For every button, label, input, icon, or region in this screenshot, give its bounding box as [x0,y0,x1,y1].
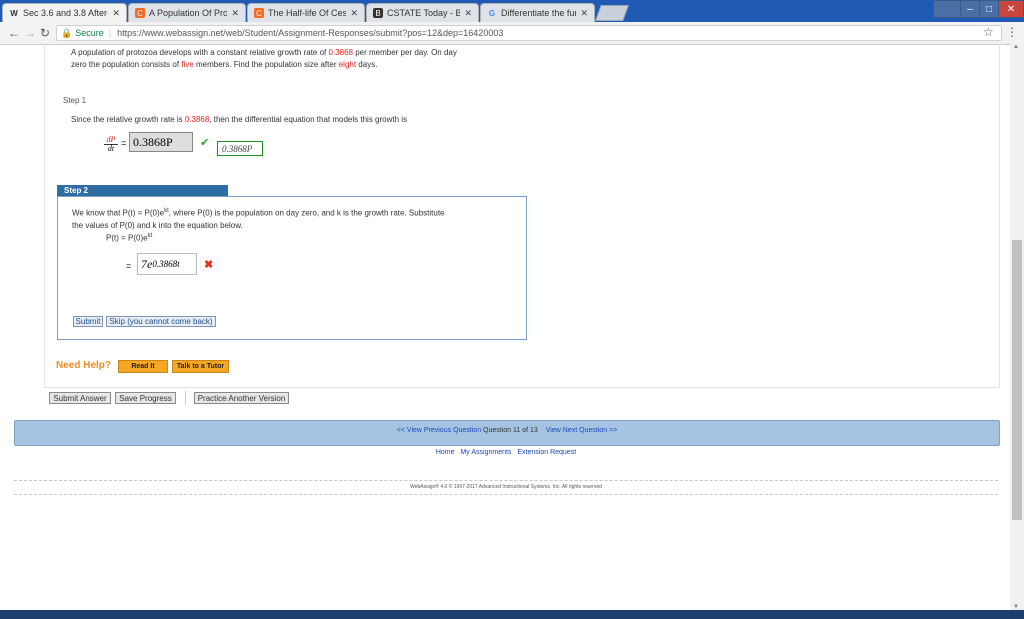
tab-google[interactable]: G Differentiate the functio ✕ [480,3,595,22]
scroll-up-icon[interactable]: ▲ [1013,44,1019,50]
os-taskbar [0,610,1024,619]
close-tab-icon[interactable]: ✕ [231,8,239,19]
blackboard-icon: B [373,8,383,18]
close-tab-icon[interactable]: ✕ [112,8,120,19]
tab-protozoa[interactable]: C A Population Of Protozo ✕ [128,3,246,22]
page-content: A population of protozoa develops with a… [0,44,1010,610]
previous-question-link[interactable]: << View Previous Question [397,427,481,434]
maximize-button[interactable]: □ [979,0,999,18]
derivative-fraction: dP dt [104,136,118,153]
footer-divider [14,494,998,495]
home-link[interactable]: Home [436,449,455,456]
lock-icon: 🔒 [61,27,73,38]
step2-formula: P(t) = P(0)ekt [106,233,153,243]
minimize-button[interactable]: – [960,0,980,18]
google-icon: G [488,8,496,18]
question-position: Question 11 of 13 [483,427,538,434]
tab-webassign[interactable]: W Sec 3.6 and 3.8 After-Ho ✕ [2,3,127,22]
close-window-button[interactable]: ✕ [998,0,1024,18]
save-progress-button[interactable]: Save Progress [115,392,176,404]
webassign-icon: W [10,8,18,18]
talk-to-tutor-button[interactable]: Talk to a Tutor [172,360,229,373]
question-nav-bar: << View Previous Question Question 11 of… [14,420,1000,446]
chegg-icon: C [135,8,145,18]
chegg-icon: C [254,8,264,18]
bookmark-star-icon[interactable]: ☆ [983,25,994,39]
scrollbar-thumb[interactable] [1012,240,1022,520]
close-tab-icon[interactable]: ✕ [580,8,588,19]
url-input[interactable]: 🔒 Secure | https://www.webassign.net/web… [56,25,1002,41]
correct-answer-box: 0.3868P [217,141,263,156]
browser-tab-strip: W Sec 3.6 and 3.8 After-Ho ✕ C A Populat… [0,0,1024,22]
submit-answer-button[interactable]: Submit Answer [49,392,111,404]
practice-another-version-button[interactable]: Practice Another Version [194,392,289,404]
incorrect-x-icon: ✖ [204,259,214,271]
step1-title: Step 1 [63,96,87,105]
divider [185,391,186,405]
extension-request-link[interactable]: Extension Request [517,449,576,456]
next-question-link[interactable]: View Next Question >> [546,427,617,434]
submit-step-button[interactable]: Submit [73,316,103,327]
question-text: A population of protozoa develops with a… [71,48,457,69]
my-assignments-link[interactable]: My Assignments [460,449,511,456]
equals-sign: = [126,261,132,271]
tab-half-life[interactable]: C The Half-life Of Cesium- ✕ [247,3,365,22]
equals-sign: = [121,138,127,148]
step2-text: We know that P(t) = P(0)ekt, where P(0) … [72,208,445,230]
step1-text: Since the relative growth rate is 0.3868… [71,115,408,124]
tab-blackboard[interactable]: B CSTATE Today - Blackbo ✕ [366,3,479,22]
copyright-text: WebAssign® 4.0 © 1997-2017 Advanced Inst… [410,484,602,490]
question-card: A population of protozoa develops with a… [44,44,1000,388]
need-help-label: Need Help? [56,360,112,371]
secure-label: Secure [75,28,104,38]
step1-answer-input[interactable]: 0.3868P [129,132,193,152]
step2-box: We know that P(t) = P(0)ekt, where P(0) … [57,196,527,340]
new-tab-button[interactable] [595,5,629,21]
skip-step-button[interactable]: Skip (you cannot come back) [106,316,216,327]
reload-icon[interactable]: ↻ [40,26,50,40]
vertical-scrollbar[interactable]: ▲ ▼ [1010,44,1024,610]
user-profile-button[interactable] [933,0,961,18]
forward-arrow-icon[interactable]: → [24,26,36,40]
step2-answer-input[interactable]: 7e 0.3868t [137,253,197,275]
close-tab-icon[interactable]: ✕ [350,8,358,19]
address-bar: ← → ↻ 🔒 Secure | https://www.webassign.n… [0,22,1024,45]
footer-divider [14,480,998,481]
url-text: https://www.webassign.net/web/Student/As… [117,28,504,38]
close-tab-icon[interactable]: ✕ [464,8,472,19]
checkmark-icon: ✔ [200,137,210,149]
footer-links: Home My Assignments Extension Request [14,449,998,456]
back-arrow-icon[interactable]: ← [8,26,20,40]
read-it-button[interactable]: Read It [118,360,168,373]
step2-title: Step 2 [57,185,228,196]
menu-dots-icon[interactable]: ⋮ [1006,25,1018,39]
